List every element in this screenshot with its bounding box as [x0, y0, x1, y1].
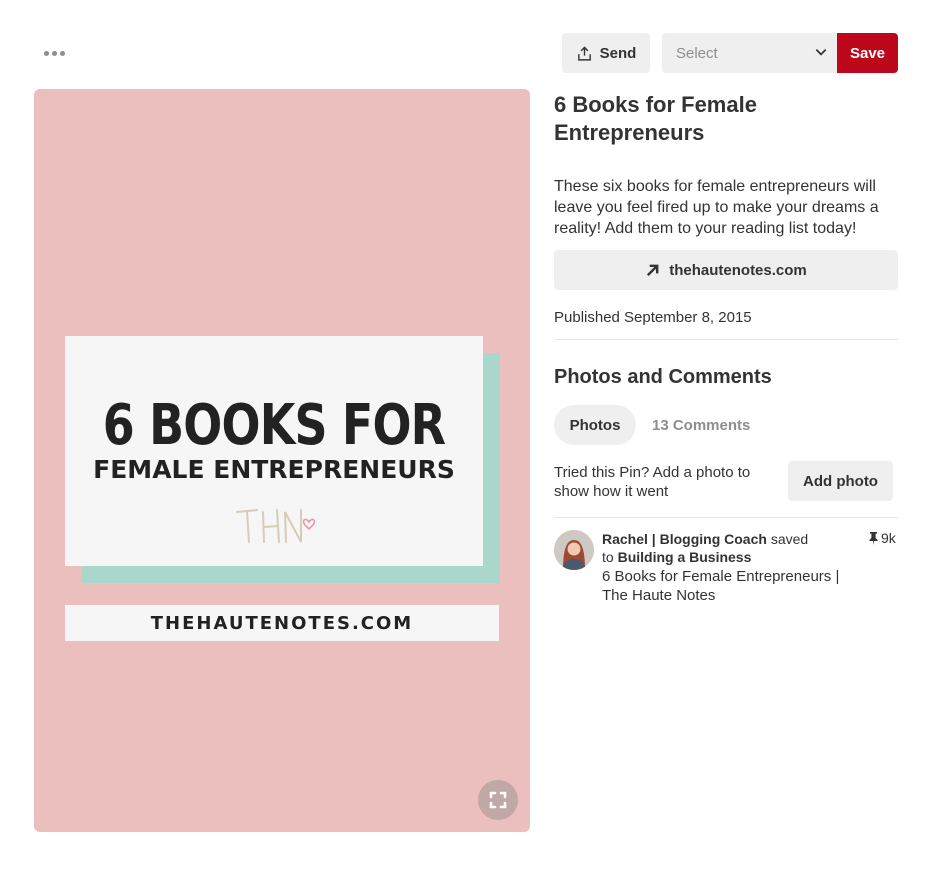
- photos-comments-heading: Photos and Comments: [554, 366, 772, 388]
- image-subheadline: FEMALE ENTREPRENEURS: [93, 455, 455, 484]
- board-select-dropdown[interactable]: Select: [662, 33, 838, 73]
- pin-title: 6 Books for Female Entrepreneurs: [554, 92, 757, 145]
- share-upload-icon: [577, 45, 591, 61]
- visit-site-button[interactable]: thehautenotes.com: [554, 250, 898, 290]
- to-text: to: [602, 549, 614, 565]
- more-options-button[interactable]: [36, 40, 72, 66]
- saver-activity: Rachel | Blogging Coach saved to Buildin…: [602, 530, 864, 605]
- pin-description: These six books for female entrepreneurs…: [554, 178, 879, 237]
- tried-pin-prompt: Tried this Pin? Add a photo to show how …: [554, 464, 751, 500]
- tab-comments[interactable]: 13 Comments: [652, 405, 750, 445]
- arrow-up-right-icon: [647, 264, 659, 276]
- published-date: Published September 8, 2015: [554, 309, 752, 326]
- board-link[interactable]: Building a Business: [618, 549, 752, 565]
- ellipsis-icon: [43, 50, 49, 56]
- board-select-placeholder: Select: [676, 44, 718, 62]
- add-photo-button[interactable]: Add photo: [788, 461, 893, 501]
- saved-text: saved: [770, 531, 809, 547]
- saved-pin-title: 6 Books for Female Entrepreneurs | The H…: [602, 568, 840, 604]
- send-label: Send: [599, 44, 637, 62]
- image-url-text: THEHAUTENOTES.COM: [65, 605, 499, 641]
- expand-fullscreen-icon: [489, 791, 507, 809]
- tab-photos[interactable]: Photos: [554, 405, 636, 445]
- repin-count: 9k: [868, 530, 896, 546]
- pushpin-icon: [869, 531, 878, 545]
- chevron-down-icon: [815, 49, 827, 56]
- avatar[interactable]: [554, 530, 594, 570]
- image-headline: 6 BOOKS FOR: [102, 393, 446, 458]
- thn-logo: [236, 509, 316, 543]
- image-title-card: 6 BOOKS FOR FEMALE ENTREPRENEURS: [65, 336, 483, 566]
- divider: [554, 517, 898, 518]
- repin-count-value: 9k: [881, 530, 896, 546]
- save-button[interactable]: Save: [837, 33, 898, 73]
- pin-image[interactable]: 6 BOOKS FOR FEMALE ENTREPRENEURS THEHAUT…: [34, 89, 530, 832]
- send-button[interactable]: Send: [562, 33, 650, 73]
- saver-user-name[interactable]: Rachel | Blogging Coach: [602, 531, 767, 547]
- visit-site-label: thehautenotes.com: [669, 261, 807, 279]
- divider: [554, 339, 898, 340]
- expand-image-button[interactable]: [478, 780, 518, 820]
